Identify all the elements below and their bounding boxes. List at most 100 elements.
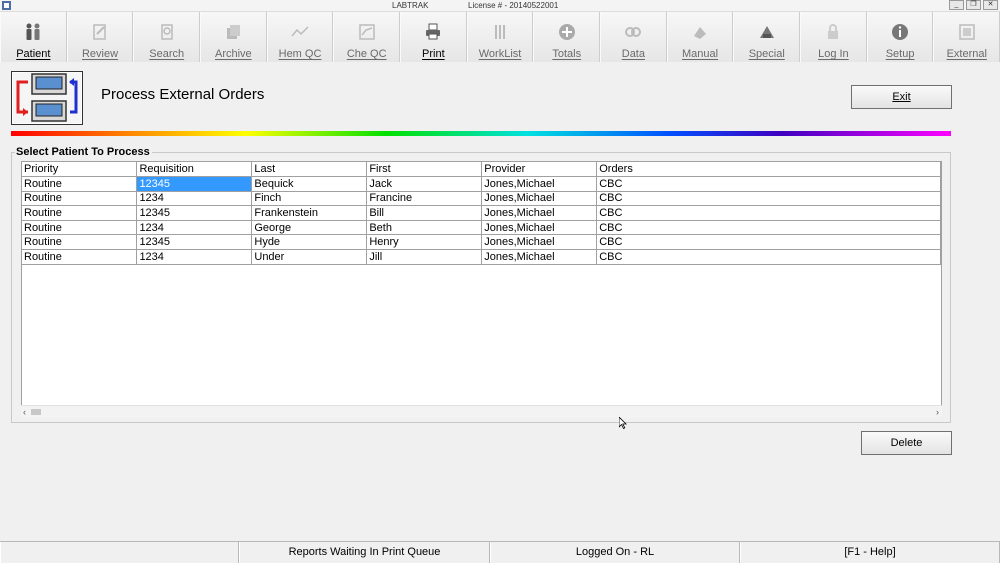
toolbar-label: WorkList (478, 48, 522, 60)
cell-orders[interactable]: CBC (596, 220, 941, 236)
cell-priority[interactable]: Routine (22, 234, 138, 251)
group-label: Select Patient To Process (15, 146, 152, 158)
cell-last[interactable]: George (251, 220, 368, 236)
toolbar-review-button[interactable]: Review (66, 12, 134, 62)
hem-qc-icon (291, 26, 309, 37)
page-title: Process External Orders (101, 86, 265, 103)
print-icon (426, 23, 441, 40)
patient-icon (26, 23, 40, 40)
cell-requisition-selected[interactable]: 12345 (136, 176, 253, 192)
delete-button-label: Delete (890, 437, 923, 449)
column-header-requisition[interactable]: Requisition (136, 162, 253, 178)
toolbar-label: Archive (215, 48, 252, 60)
toolbar-external-button[interactable]: External (933, 12, 1000, 62)
cell-requisition[interactable]: 1234 (136, 191, 253, 207)
cell-last[interactable]: Hyde (251, 234, 368, 251)
cell-last[interactable]: Bequick (251, 176, 368, 192)
cell-first[interactable]: Francine (366, 191, 483, 207)
cell-provider[interactable]: Jones,Michael (481, 220, 598, 236)
cell-last[interactable]: Under (251, 249, 368, 265)
cell-last[interactable]: Frankenstein (251, 205, 368, 221)
toolbar-search-button[interactable]: Search (133, 12, 201, 62)
window-controls: _ ❐ ✕ (949, 0, 998, 10)
column-header-priority[interactable]: Priority (22, 162, 138, 178)
cell-orders[interactable]: CBC (596, 234, 941, 251)
column-header-orders[interactable]: Orders (596, 162, 941, 178)
toolbar-setup-button[interactable]: Setup (866, 12, 934, 62)
cell-provider[interactable]: Jones,Michael (481, 205, 598, 221)
close-button[interactable]: ✕ (983, 0, 998, 10)
column-header-last[interactable]: Last (251, 162, 368, 178)
toolbar-label: External (946, 48, 987, 60)
minimize-button[interactable]: _ (949, 0, 964, 10)
cell-first[interactable]: Jill (366, 249, 483, 265)
toolbar-label: Review (81, 48, 119, 60)
table-row[interactable]: Routine 1234 Finch Francine Jones,Michae… (22, 191, 941, 207)
license-number: License # - 20140522001 (468, 1, 559, 10)
scroll-left-icon[interactable]: ‹ (23, 406, 26, 418)
toolbar-worklist-button[interactable]: WorkList (466, 12, 534, 62)
special-icon (759, 26, 774, 38)
toolbar-label: Print (422, 48, 445, 60)
status-bar: Reports Waiting In Print Queue Logged On… (0, 541, 1000, 563)
cell-first[interactable]: Beth (366, 220, 483, 236)
toolbar-hem-qc-button[interactable]: Hem QC (266, 12, 334, 62)
cell-first[interactable]: Bill (366, 205, 483, 221)
cell-first[interactable]: Henry (366, 234, 483, 251)
cell-orders[interactable]: CBC (596, 191, 941, 207)
scrollbar-thumb[interactable] (31, 409, 41, 415)
toolbar-label: Che QC (346, 48, 387, 60)
cell-requisition[interactable]: 1234 (136, 249, 253, 265)
status-print-queue[interactable]: Reports Waiting In Print Queue (239, 542, 490, 563)
toolbar-print-button[interactable]: Print (400, 12, 467, 62)
toolbar-che-qc-button[interactable]: Che QC (333, 12, 401, 62)
table-row[interactable]: Routine 12345 Hyde Henry Jones,Michael C… (22, 234, 941, 251)
horizontal-scrollbar[interactable]: ‹ › (21, 405, 942, 418)
delete-button[interactable]: Delete (861, 431, 952, 455)
cell-orders[interactable]: CBC (596, 249, 941, 265)
table-row[interactable]: Routine 1234 Under Jill Jones,Michael CB… (22, 249, 941, 265)
cell-first[interactable]: Jack (366, 176, 483, 192)
toolbar-totals-button[interactable]: Totals (533, 12, 601, 62)
toolbar-archive-button[interactable]: Archive (200, 12, 267, 62)
toolbar-manual-button[interactable]: Manual (666, 12, 734, 62)
toolbar-special-button[interactable]: Special (733, 12, 801, 62)
cell-provider[interactable]: Jones,Michael (481, 234, 598, 251)
cell-last[interactable]: Finch (251, 191, 368, 207)
main-toolbar: Patient Review Search Archive Hem QC Che… (0, 12, 1000, 62)
cell-requisition[interactable]: 1234 (136, 220, 253, 236)
toolbar-patient-button[interactable]: Patient (0, 12, 67, 62)
toolbar-log-in-button[interactable]: Log In (800, 12, 867, 62)
column-header-first[interactable]: First (366, 162, 483, 178)
table-row[interactable]: Routine 12345 Bequick Jack Jones,Michael… (22, 176, 941, 192)
table-row[interactable]: Routine 1234 George Beth Jones,Michael C… (22, 220, 941, 236)
cell-provider[interactable]: Jones,Michael (481, 176, 598, 192)
cell-requisition[interactable]: 12345 (136, 234, 253, 251)
table-row[interactable]: Routine 12345 Frankenstein Bill Jones,Mi… (22, 205, 941, 221)
cell-priority[interactable]: Routine (22, 249, 138, 265)
exit-button[interactable]: Exit (851, 85, 952, 109)
cell-requisition[interactable]: 12345 (136, 205, 253, 221)
scroll-right-icon[interactable]: › (936, 406, 939, 418)
rainbow-divider (11, 131, 951, 136)
cell-orders[interactable]: CBC (596, 205, 941, 221)
cell-priority[interactable]: Routine (22, 176, 138, 192)
toolbar-label: Special (748, 48, 785, 60)
external-icon (958, 24, 975, 40)
external-orders-logo (11, 71, 83, 125)
exit-button-label: Exit (892, 91, 911, 103)
window-title: LABTRAK (392, 1, 429, 10)
cell-priority[interactable]: Routine (22, 191, 138, 207)
che-qc-icon (358, 24, 375, 40)
restore-button[interactable]: ❐ (966, 0, 981, 10)
patient-grid[interactable]: Priority Requisition Last First Provider… (21, 161, 942, 418)
toolbar-label: Search (149, 48, 185, 60)
cell-provider[interactable]: Jones,Michael (481, 249, 598, 265)
cell-priority[interactable]: Routine (22, 205, 138, 221)
column-header-provider[interactable]: Provider (481, 162, 598, 178)
status-help[interactable]: [F1 - Help] (740, 542, 1000, 563)
toolbar-data-button[interactable]: Data (600, 12, 667, 62)
cell-orders[interactable]: CBC (596, 176, 941, 192)
cell-priority[interactable]: Routine (22, 220, 138, 236)
cell-provider[interactable]: Jones,Michael (481, 191, 598, 207)
